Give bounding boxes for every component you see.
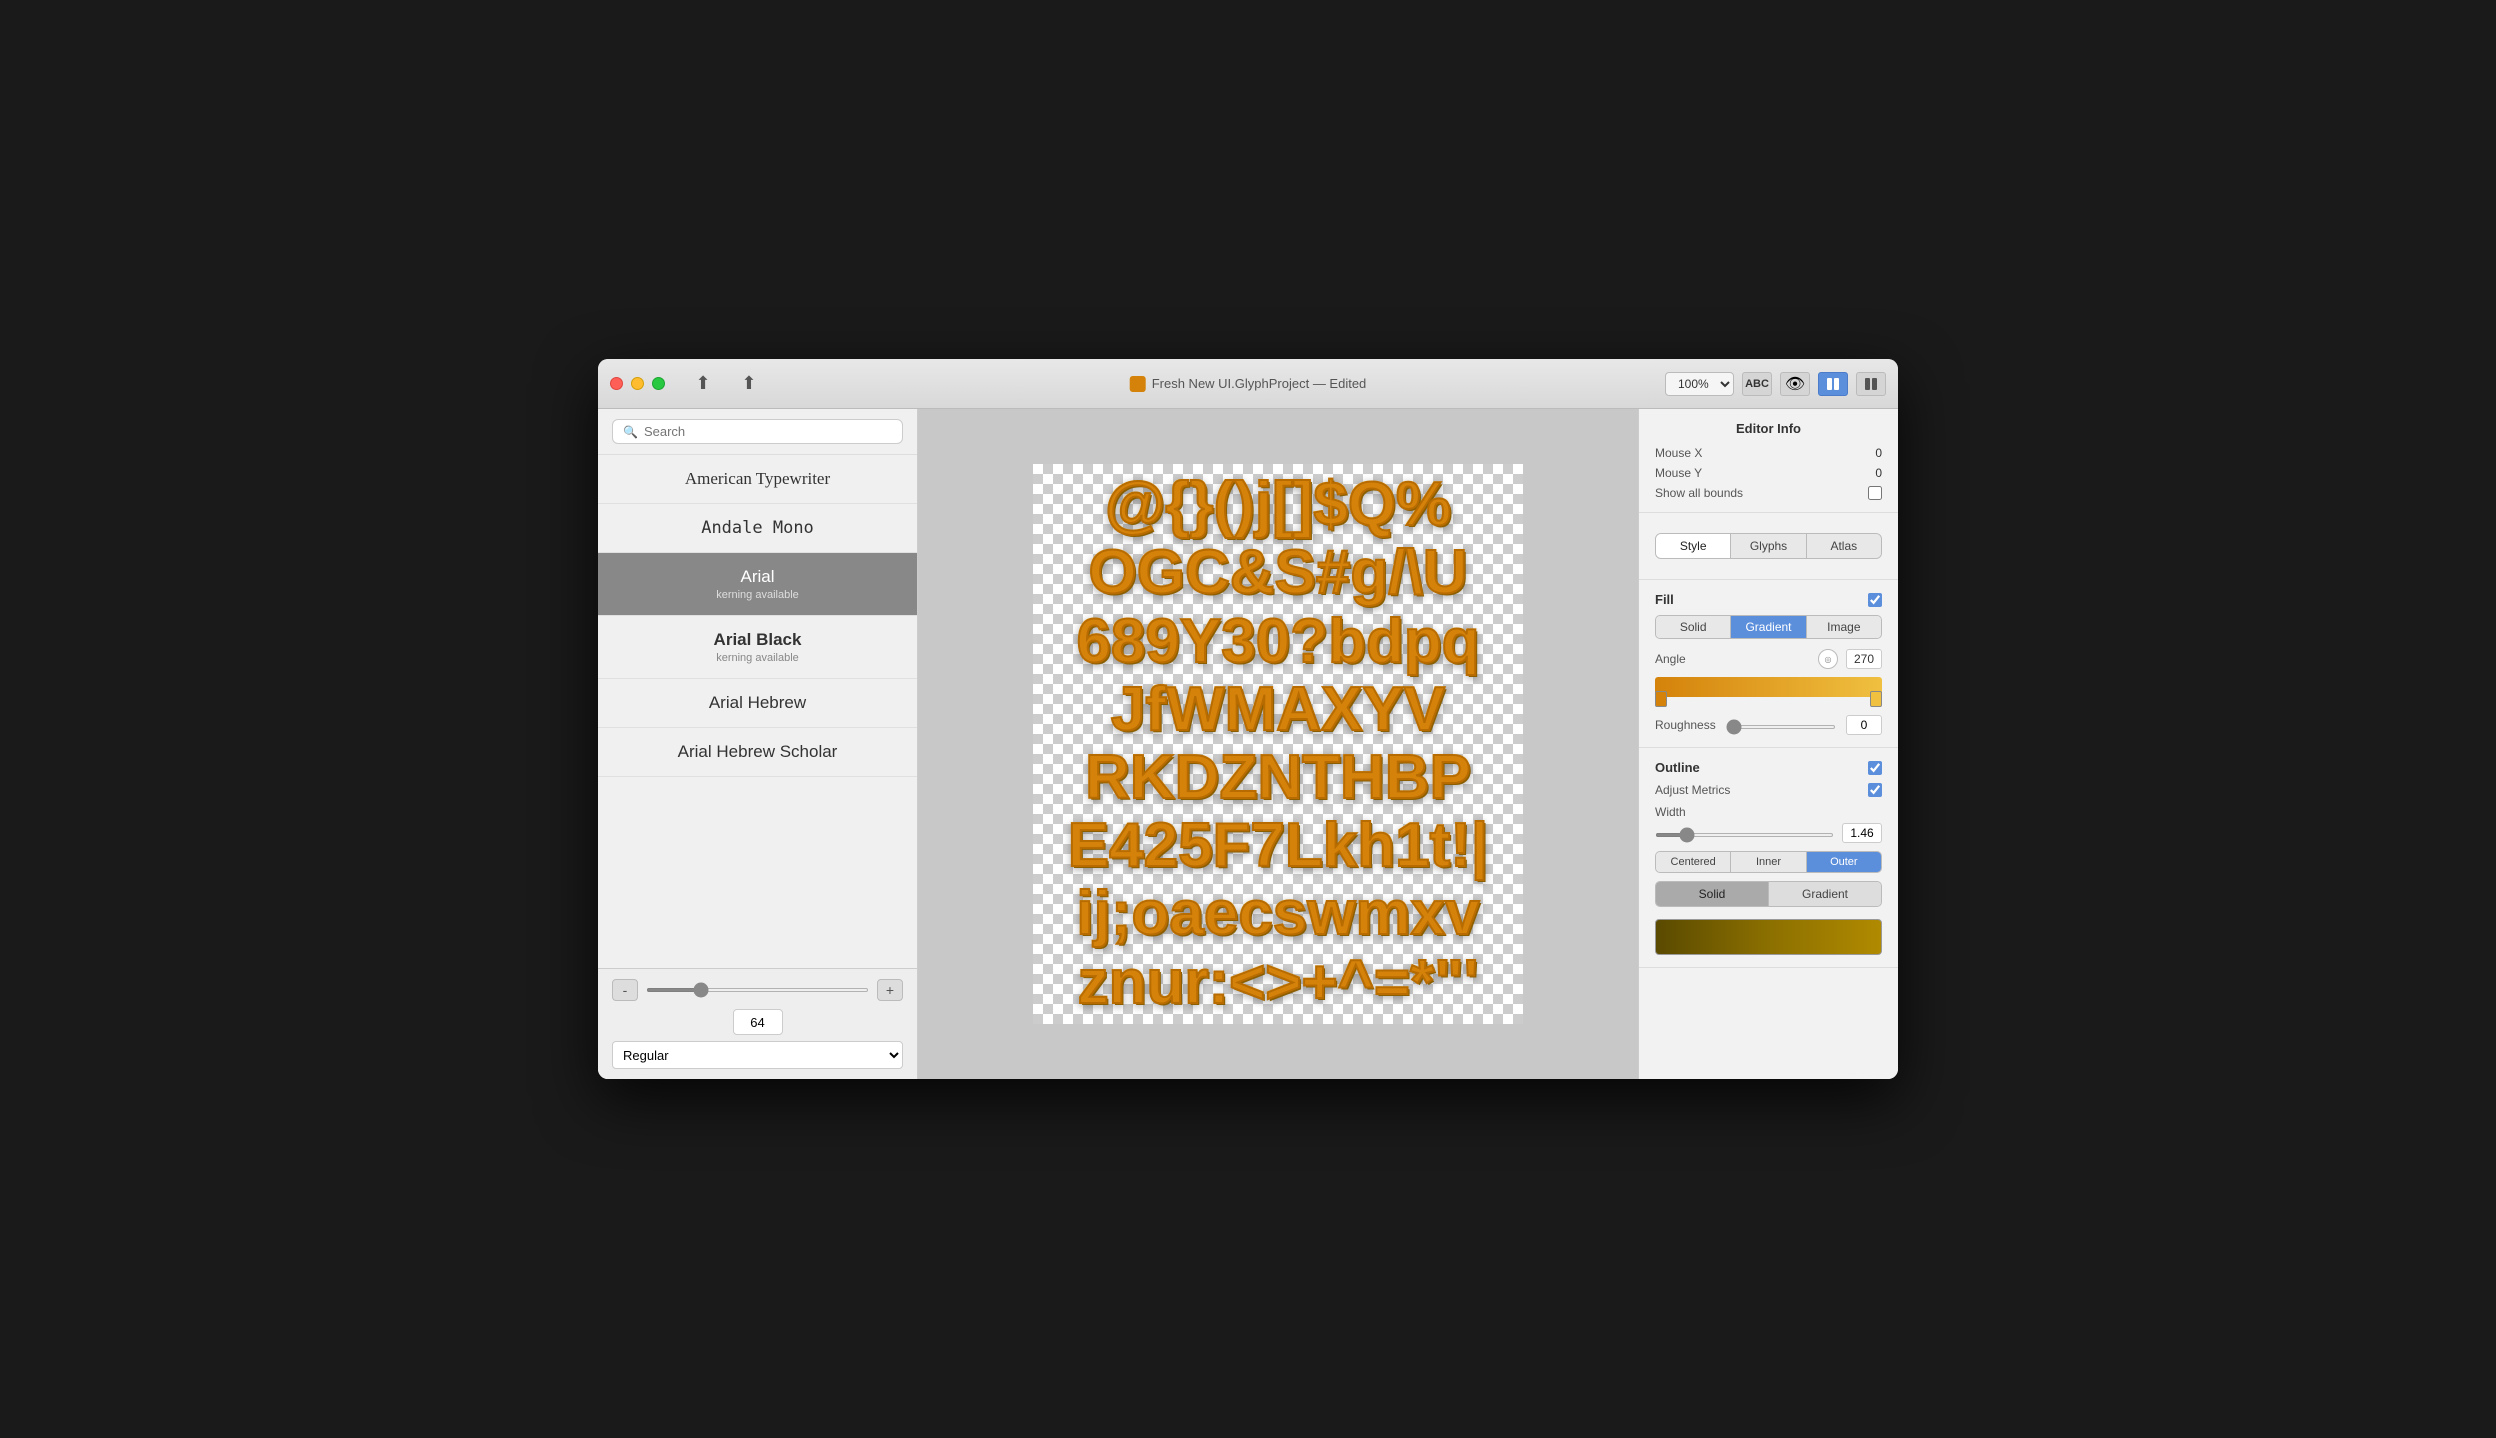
outline-header: Outline xyxy=(1655,760,1882,775)
angle-label: Angle xyxy=(1655,652,1686,666)
editor-info-section: Editor Info Mouse X 0 Mouse Y 0 Show all… xyxy=(1639,409,1898,513)
width-value[interactable]: 1.46 xyxy=(1842,823,1882,843)
titlebar-title: Fresh New UI.GlyphProject — Edited xyxy=(1130,376,1367,392)
maximize-button[interactable] xyxy=(652,377,665,390)
mouse-x-value: 0 xyxy=(1842,446,1882,460)
gradient-bar-wrap xyxy=(1655,677,1882,697)
titlebar-actions: 100% 50% 200% ABC 👁 xyxy=(1665,372,1886,396)
main-content: 🔍 American Typewriter Andale Mono Arial … xyxy=(598,409,1898,1079)
glyph-display: @{}()j[]$Q% OGC&S#g/\U 689Y30?bdpq JfWMA… xyxy=(1058,464,1499,1024)
main-tabs-section: Style Glyphs Atlas xyxy=(1639,513,1898,580)
layout-1-button[interactable] xyxy=(1818,372,1848,396)
roughness-value[interactable]: 0 xyxy=(1846,715,1882,735)
font-item-arial-black[interactable]: Arial Black kerning available xyxy=(598,616,917,679)
mouse-y-row: Mouse Y 0 xyxy=(1655,466,1882,480)
show-bounds-row: Show all bounds xyxy=(1655,486,1882,500)
adjust-metrics-row: Adjust Metrics xyxy=(1655,783,1882,797)
fill-tab-image[interactable]: Image xyxy=(1807,616,1881,638)
right-panel: Editor Info Mouse X 0 Mouse Y 0 Show all… xyxy=(1638,409,1898,1079)
canvas-inner[interactable]: @{}()j[]$Q% OGC&S#g/\U 689Y30?bdpq JfWMA… xyxy=(1033,464,1523,1024)
angle-row: Angle ◎ 270 xyxy=(1655,649,1882,669)
width-label: Width xyxy=(1655,805,1882,819)
roughness-slider[interactable] xyxy=(1726,725,1836,729)
gradient-stop-right[interactable] xyxy=(1870,691,1882,707)
outline-checkbox[interactable] xyxy=(1868,761,1882,775)
outline-label: Outline xyxy=(1655,760,1700,775)
layout-2-button[interactable] xyxy=(1856,372,1886,396)
import-button[interactable]: ⬆ xyxy=(685,369,721,399)
fill-checkbox[interactable] xyxy=(1868,593,1882,607)
angle-value[interactable]: 270 xyxy=(1846,649,1882,669)
font-item-arial-hebrew[interactable]: Arial Hebrew xyxy=(598,679,917,728)
tab-style[interactable]: Style xyxy=(1656,534,1731,558)
font-list: American Typewriter Andale Mono Arial ke… xyxy=(598,455,917,968)
search-input-wrap[interactable]: 🔍 xyxy=(612,419,903,444)
app-icon xyxy=(1130,376,1146,392)
position-inner[interactable]: Inner xyxy=(1731,852,1806,872)
mouse-x-label: Mouse X xyxy=(1655,446,1702,460)
fill-section: Fill Solid Gradient Image Angle ◎ 270 xyxy=(1639,580,1898,748)
traffic-lights xyxy=(610,377,665,390)
font-item-andale-mono[interactable]: Andale Mono xyxy=(598,504,917,553)
zoom-select[interactable]: 100% 50% 200% xyxy=(1665,372,1734,396)
sidebar: 🔍 American Typewriter Andale Mono Arial … xyxy=(598,409,918,1079)
fill-tab-solid[interactable]: Solid xyxy=(1656,616,1731,638)
titlebar: ⬆ ⬆ Fresh New UI.GlyphProject — Edited 1… xyxy=(598,359,1898,409)
fill-header: Fill xyxy=(1655,592,1882,607)
font-item-arial-hebrew-scholar[interactable]: Arial Hebrew Scholar xyxy=(598,728,917,777)
width-row: 1.46 xyxy=(1655,823,1882,843)
size-increase-button[interactable]: + xyxy=(877,979,903,1001)
outline-section: Outline Adjust Metrics Width 1.46 xyxy=(1639,748,1898,968)
search-icon: 🔍 xyxy=(623,425,638,439)
position-tabs: Centered Inner Outer xyxy=(1655,851,1882,873)
fill-label: Fill xyxy=(1655,592,1674,607)
fill-tabs: Solid Gradient Image xyxy=(1655,615,1882,639)
tab-glyphs[interactable]: Glyphs xyxy=(1731,534,1806,558)
main-window: ⬆ ⬆ Fresh New UI.GlyphProject — Edited 1… xyxy=(598,359,1898,1079)
export-button[interactable]: ⬆ xyxy=(731,369,767,399)
main-tab-row: Style Glyphs Atlas xyxy=(1655,533,1882,559)
fill-tab-gradient[interactable]: Gradient xyxy=(1731,616,1806,638)
preview-button[interactable]: 👁 xyxy=(1780,372,1810,396)
font-item-arial[interactable]: Arial kerning available xyxy=(598,553,917,616)
position-centered[interactable]: Centered xyxy=(1656,852,1731,872)
outline-style-gradient[interactable]: Gradient xyxy=(1769,882,1881,906)
roughness-row: Roughness 0 xyxy=(1655,715,1882,735)
position-outer[interactable]: Outer xyxy=(1807,852,1881,872)
width-slider[interactable] xyxy=(1655,833,1834,837)
style-select[interactable]: Regular Bold Italic xyxy=(612,1041,903,1069)
editor-info-title: Editor Info xyxy=(1655,421,1882,436)
outline-style-tabs: Solid Gradient xyxy=(1655,881,1882,907)
font-item-american-typewriter[interactable]: American Typewriter xyxy=(598,455,917,504)
adjust-metrics-label: Adjust Metrics xyxy=(1655,783,1730,797)
show-bounds-label: Show all bounds xyxy=(1655,486,1743,500)
close-button[interactable] xyxy=(610,377,623,390)
size-slider[interactable] xyxy=(646,988,869,992)
mouse-x-row: Mouse X 0 xyxy=(1655,446,1882,460)
search-input[interactable] xyxy=(644,424,892,439)
show-bounds-checkbox[interactable] xyxy=(1868,486,1882,500)
mouse-y-value: 0 xyxy=(1842,466,1882,480)
sidebar-bottom: - + Regular Bold Italic xyxy=(598,968,917,1079)
abc-button[interactable]: ABC xyxy=(1742,372,1772,396)
tab-atlas[interactable]: Atlas xyxy=(1807,534,1881,558)
gradient-stop-left[interactable] xyxy=(1655,691,1667,707)
minimize-button[interactable] xyxy=(631,377,644,390)
angle-dial[interactable]: ◎ xyxy=(1818,649,1838,669)
canvas-area: @{}()j[]$Q% OGC&S#g/\U 689Y30?bdpq JfWMA… xyxy=(918,409,1638,1079)
roughness-label: Roughness xyxy=(1655,718,1716,732)
gradient-bar[interactable] xyxy=(1655,677,1882,697)
outline-color-swatch[interactable] xyxy=(1655,919,1882,955)
mouse-y-label: Mouse Y xyxy=(1655,466,1702,480)
adjust-metrics-checkbox[interactable] xyxy=(1868,783,1882,797)
outline-style-solid[interactable]: Solid xyxy=(1656,882,1769,906)
size-decrease-button[interactable]: - xyxy=(612,979,638,1001)
size-input[interactable] xyxy=(733,1009,783,1035)
search-container: 🔍 xyxy=(598,409,917,455)
